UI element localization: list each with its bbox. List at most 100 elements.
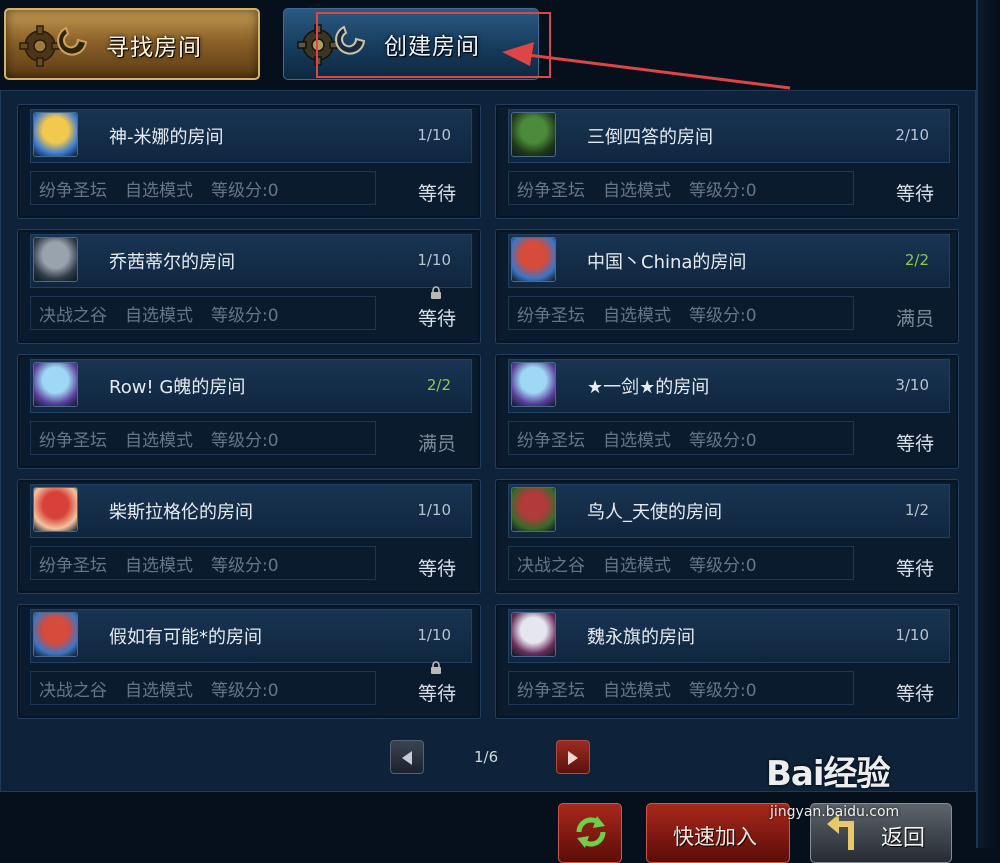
room-mode: 自选模式 (603, 180, 671, 201)
room-map: 纷争圣坛 (39, 180, 107, 201)
room-map: 纷争圣坛 (39, 555, 107, 576)
room-header: 柴斯拉格伦的房间 1/10 (30, 484, 472, 538)
room-player-count: 2/10 (895, 126, 929, 144)
refresh-button[interactable] (558, 803, 622, 863)
room-card[interactable]: ★一剑★的房间 3/10 纷争圣坛 自选模式 等级分:0 等待 (495, 354, 959, 469)
room-status: 等待 (896, 683, 935, 705)
room-status: 等待 (418, 558, 457, 580)
room-player-count: 1/10 (417, 626, 451, 644)
room-card[interactable]: 假如有可能*的房间 1/10 决战之谷 自选模式 等级分:0 等待 (17, 604, 481, 719)
room-name: 魏永旗的房间 (587, 627, 695, 648)
room-header: 魏永旗的房间 1/10 (508, 609, 950, 663)
room-name: 中国丶China的房间 (587, 252, 747, 273)
room-info: 决战之谷 自选模式 等级分:0 (30, 296, 376, 330)
room-level: 等级分:0 (211, 555, 279, 576)
room-info: 决战之谷 自选模式 等级分:0 (508, 546, 854, 580)
room-header: 乔茜蒂尔的房间 1/10 (30, 234, 472, 288)
room-info: 纷争圣坛 自选模式 等级分:0 (508, 296, 854, 330)
room-mode: 自选模式 (603, 305, 671, 326)
room-header: ★一剑★的房间 3/10 (508, 359, 950, 413)
room-info: 纷争圣坛 自选模式 等级分:0 (508, 421, 854, 455)
arrow-right-icon (568, 751, 578, 765)
room-name: 柴斯拉格伦的房间 (109, 502, 253, 523)
room-card[interactable]: Row! G魄的房间 2/2 纷争圣坛 自选模式 等级分:0 满员 (17, 354, 481, 469)
room-status: 满员 (896, 308, 935, 330)
next-page-button[interactable] (556, 740, 590, 774)
hero-avatar (511, 237, 556, 282)
watermark-logo: Bai经验 (766, 754, 891, 794)
room-status: 等待 (418, 183, 457, 205)
room-info: 纷争圣坛 自选模式 等级分:0 (30, 546, 376, 580)
tab-find-room[interactable]: 寻找房间 (4, 8, 260, 80)
room-card[interactable]: 魏永旗的房间 1/10 纷争圣坛 自选模式 等级分:0 等待 (495, 604, 959, 719)
room-header: 神-米娜的房间 1/10 (30, 109, 472, 163)
room-mode: 自选模式 (125, 430, 193, 451)
room-status: 满员 (418, 433, 457, 455)
room-mode: 自选模式 (603, 555, 671, 576)
room-info: 纷争圣坛 自选模式 等级分:0 (508, 171, 854, 205)
room-level: 等级分:0 (211, 430, 279, 451)
room-level: 等级分:0 (689, 180, 757, 201)
right-frame-edge (976, 0, 1000, 848)
hero-avatar (511, 362, 556, 407)
room-header: 假如有可能*的房间 1/10 (30, 609, 472, 663)
hero-avatar (33, 612, 78, 657)
prev-page-button[interactable] (390, 740, 424, 774)
hero-avatar (33, 237, 78, 282)
room-name: ★一剑★的房间 (587, 377, 710, 398)
lock-icon (431, 286, 441, 299)
room-card[interactable]: 神-米娜的房间 1/10 纷争圣坛 自选模式 等级分:0 等待 (17, 104, 481, 219)
room-card[interactable]: 鸟人_天使的房间 1/2 决战之谷 自选模式 等级分:0 等待 (495, 479, 959, 594)
room-player-count: 1/10 (895, 626, 929, 644)
room-header: 三倒四答的房间 2/10 (508, 109, 950, 163)
tab-find-room-label: 寻找房间 (106, 35, 202, 61)
room-mode: 自选模式 (125, 555, 193, 576)
room-status: 等待 (896, 433, 935, 455)
room-player-count: 1/2 (904, 501, 929, 519)
room-player-count: 2/2 (426, 376, 451, 394)
room-name: 假如有可能*的房间 (109, 627, 262, 648)
room-player-count: 1/10 (417, 126, 451, 144)
frame-divider (976, 0, 978, 848)
room-info: 纷争圣坛 自选模式 等级分:0 (30, 421, 376, 455)
room-card[interactable]: 三倒四答的房间 2/10 纷争圣坛 自选模式 等级分:0 等待 (495, 104, 959, 219)
annotation-arrow (502, 42, 791, 90)
room-mode: 自选模式 (603, 430, 671, 451)
gear-wrench-icon (297, 24, 366, 66)
room-card[interactable]: 柴斯拉格伦的房间 1/10 纷争圣坛 自选模式 等级分:0 等待 (17, 479, 481, 594)
room-level: 等级分:0 (211, 305, 279, 326)
room-name: 神-米娜的房间 (109, 127, 224, 148)
room-name: 三倒四答的房间 (587, 127, 713, 148)
room-mode: 自选模式 (125, 680, 193, 701)
room-map: 决战之谷 (39, 680, 107, 701)
room-player-count: 2/2 (904, 251, 929, 269)
room-mode: 自选模式 (125, 305, 193, 326)
page-indicator: 1/6 (474, 748, 499, 766)
refresh-icon (576, 816, 606, 848)
room-name: 鸟人_天使的房间 (587, 502, 722, 523)
room-level: 等级分:0 (689, 680, 757, 701)
arrow-left-icon (402, 751, 412, 765)
room-status: 等待 (896, 183, 935, 205)
hero-avatar (511, 612, 556, 657)
room-player-count: 1/10 (417, 501, 451, 519)
room-header: Row! G魄的房间 2/2 (30, 359, 472, 413)
room-mode: 自选模式 (125, 180, 193, 201)
room-header: 中国丶China的房间 2/2 (508, 234, 950, 288)
room-level: 等级分:0 (689, 430, 757, 451)
hero-avatar (33, 487, 78, 532)
hero-avatar (511, 487, 556, 532)
room-map: 纷争圣坛 (39, 430, 107, 451)
baidu-watermark: Bai经验 jingyan.baidu.com (760, 740, 980, 830)
room-name: Row! G魄的房间 (109, 377, 246, 398)
room-info: 决战之谷 自选模式 等级分:0 (30, 671, 376, 705)
room-card[interactable]: 中国丶China的房间 2/2 纷争圣坛 自选模式 等级分:0 满员 (495, 229, 959, 344)
gear-wrench-icon (19, 25, 88, 67)
room-card[interactable]: 乔茜蒂尔的房间 1/10 决战之谷 自选模式 等级分:0 等待 (17, 229, 481, 344)
hero-avatar (33, 362, 78, 407)
room-map: 纷争圣坛 (517, 430, 585, 451)
room-level: 等级分:0 (211, 680, 279, 701)
room-level: 等级分:0 (211, 180, 279, 201)
room-map: 决战之谷 (517, 555, 585, 576)
room-map: 纷争圣坛 (517, 180, 585, 201)
